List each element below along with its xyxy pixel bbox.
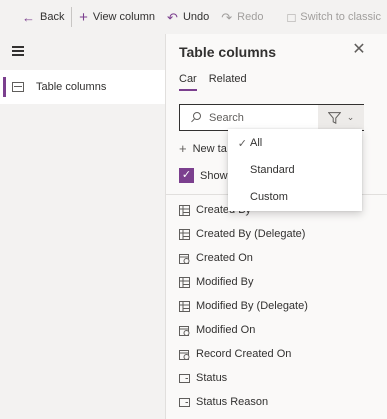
plus-icon: + [79, 8, 88, 26]
back-button[interactable]: ← Back [0, 0, 70, 34]
show-toggle-row: ✓ Show [179, 168, 228, 183]
choice-icon [179, 373, 190, 383]
list-item[interactable]: Created By (Delegate) [179, 222, 379, 246]
undo-button[interactable]: ↶ Undo [161, 0, 215, 34]
column-list: Created By Created By (Delegate) Created… [179, 198, 379, 414]
plus-icon: + [179, 141, 187, 156]
tab-car[interactable]: Car [179, 73, 197, 91]
lookup-icon [179, 228, 190, 240]
table-columns-panel: Table columns ✕ Car Related ⌄ + New ta ✓… [165, 34, 387, 419]
datetime-icon [179, 325, 190, 336]
undo-icon: ↶ [167, 9, 178, 25]
list-item[interactable]: Modified By (Delegate) [179, 294, 379, 318]
chevron-down-icon: ⌄ [346, 112, 355, 122]
search-box: ⌄ [179, 104, 364, 131]
show-label: Show [200, 169, 228, 182]
panel-title: Table columns [179, 44, 276, 60]
new-table-button[interactable]: + New ta [179, 141, 227, 156]
redo-label: Redo [237, 11, 264, 23]
filter-option-all[interactable]: ✓ All [228, 130, 362, 156]
panel-tabs: Car Related [179, 73, 259, 91]
left-navigation: Table columns [0, 34, 165, 419]
show-checkbox[interactable]: ✓ [179, 168, 194, 183]
lookup-icon [179, 276, 190, 288]
redo-button[interactable]: ↷ Redo [215, 0, 269, 34]
undo-label: Undo [182, 11, 210, 23]
lookup-icon [179, 300, 190, 312]
column-label: Status [196, 372, 228, 384]
list-item[interactable]: Created On [179, 246, 379, 270]
column-label: Status Reason [196, 396, 269, 408]
column-label: Created By (Delegate) [196, 228, 306, 240]
list-item[interactable]: Modified By [179, 270, 379, 294]
list-item[interactable]: Modified On [179, 318, 379, 342]
filter-menu: ✓ All Standard Custom [228, 129, 362, 211]
switch-classic-label: Switch to classic [300, 11, 381, 23]
choice-icon [179, 397, 190, 407]
toolbar-divider [71, 7, 73, 27]
filter-icon [327, 111, 341, 124]
tab-related[interactable]: Related [209, 73, 247, 91]
redo-icon: ↷ [221, 9, 233, 25]
column-label: Modified On [196, 324, 256, 336]
list-item[interactable]: Record Created On [179, 342, 379, 366]
search-icon [189, 111, 205, 125]
checkmark-icon: ✓ [237, 137, 247, 150]
datetime-icon [179, 349, 190, 360]
command-bar: ← Back + View column ↶ Undo ↷ Redo □ Swi… [0, 0, 387, 34]
back-arrow-icon: ← [22, 9, 35, 25]
switch-icon: □ [287, 9, 296, 25]
nav-item-label: Table columns [36, 81, 107, 93]
new-table-label: New ta [192, 142, 227, 155]
datetime-icon [179, 253, 190, 264]
column-label: Created On [196, 252, 253, 264]
nav-item-table-columns[interactable]: Table columns [0, 70, 165, 104]
filter-option-label: Custom [250, 191, 288, 203]
filter-option-label: All [250, 137, 263, 149]
table-icon [12, 82, 24, 92]
lookup-icon [179, 204, 190, 216]
column-label: Record Created On [196, 348, 292, 360]
filter-option-custom[interactable]: Custom [228, 184, 362, 210]
filter-option-standard[interactable]: Standard [228, 157, 362, 183]
column-label: Modified By [196, 276, 254, 288]
list-item[interactable]: Status [179, 366, 379, 390]
hamburger-menu-icon[interactable] [12, 46, 24, 56]
view-column-button[interactable]: + View column [73, 0, 161, 34]
search-input[interactable] [209, 111, 324, 124]
list-item[interactable]: Status Reason [179, 390, 379, 414]
filter-option-label: Standard [250, 164, 295, 176]
filter-dropdown-button[interactable]: ⌄ [318, 105, 364, 130]
view-column-label: View column [92, 11, 156, 23]
switch-to-classic-button[interactable]: □ Switch to classic [269, 0, 387, 34]
close-icon[interactable]: ✕ [349, 40, 369, 60]
selected-indicator [3, 77, 6, 97]
column-label: Modified By (Delegate) [196, 300, 308, 312]
back-label: Back [40, 11, 65, 23]
